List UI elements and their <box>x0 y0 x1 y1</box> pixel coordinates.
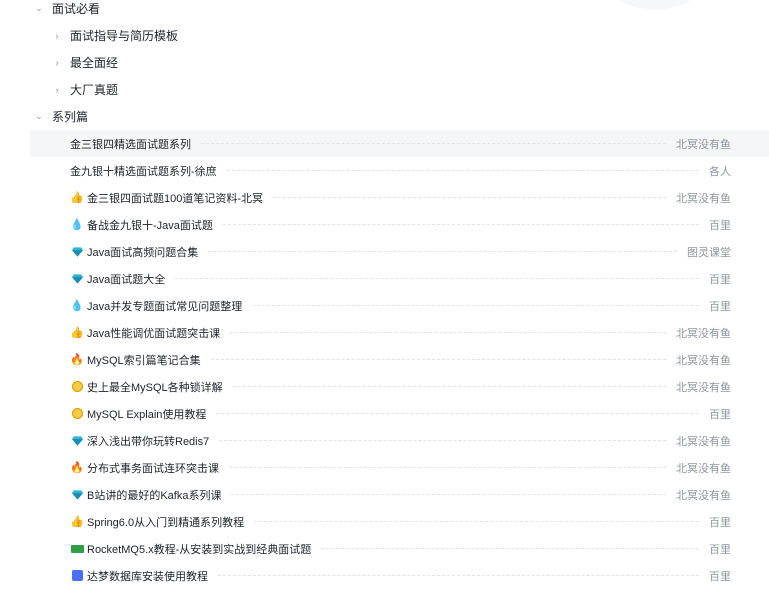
droplet-icon: 💧 <box>70 300 84 312</box>
tree-item[interactable]: Java面试高频问题合集 图灵课堂 <box>0 238 769 265</box>
tree-section-series[interactable]: ⌄ 系列篇 <box>0 103 769 130</box>
tree-item[interactable]: 🔥 分布式事务面试连环突击课 北冥没有鱼 <box>0 454 769 481</box>
tree-item[interactable]: MySQL Explain使用教程 百里 <box>0 400 769 427</box>
tree-item[interactable]: 史上最全MySQL各种锁详解 北冥没有鱼 <box>0 373 769 400</box>
folder-label: 最全面经 <box>70 56 119 70</box>
item-author: 百里 <box>709 219 731 232</box>
tree-item[interactable]: 💧 备战金九银十-Java面试题 百里 <box>0 211 769 238</box>
chevron-down-icon[interactable]: ⌄ <box>34 3 44 14</box>
item-title: MySQL Explain使用教程 <box>87 408 207 421</box>
tree-item[interactable]: 金三银四精选面试题系列 北冥没有鱼 <box>30 130 769 157</box>
tree-item[interactable]: 👍 金三银四面试题100道笔记资料-北冥 北冥没有鱼 <box>0 184 769 211</box>
tree-section-interview-must-see[interactable]: ⌄ 面试必看 <box>0 0 769 22</box>
item-title: 金三银四面试题100道笔记资料-北冥 <box>87 192 264 205</box>
thumbs-up-icon: 👍 <box>70 192 84 204</box>
item-author: 百里 <box>709 300 731 313</box>
leader-dots <box>230 332 666 333</box>
tree-folder-real-questions[interactable]: › 大厂真题 <box>0 76 769 103</box>
item-title: 金九银十精选面试题系列-徐庶 <box>70 165 217 178</box>
gem-icon <box>70 434 84 448</box>
leader-dots <box>231 494 666 495</box>
leader-dots <box>219 440 666 441</box>
tree-folder-resume-guide[interactable]: › 面试指导与简历模板 <box>0 22 769 49</box>
item-author: 图灵课堂 <box>687 246 731 259</box>
folder-label: 大厂真题 <box>70 83 119 97</box>
item-title: B站讲的最好的Kafka系列课 <box>87 489 222 502</box>
item-author: 百里 <box>709 273 731 286</box>
leader-dots <box>252 305 699 306</box>
item-title: Java并发专题面试常见问题整理 <box>87 300 243 313</box>
tree-item[interactable]: B站讲的最好的Kafka系列课 北冥没有鱼 <box>0 481 769 508</box>
item-author: 百里 <box>709 516 731 529</box>
item-title: RocketMQ5.x教程-从安装到实战到经典面试题 <box>87 543 312 556</box>
item-author: 北冥没有鱼 <box>676 192 731 205</box>
leader-dots <box>232 386 666 387</box>
leader-dots <box>254 521 699 522</box>
database-icon <box>70 569 84 583</box>
tree-item[interactable]: 深入浅出带你玩转Redis7 北冥没有鱼 <box>0 427 769 454</box>
droplet-icon: 💧 <box>70 219 84 231</box>
item-title: Spring6.0从入门到精通系列教程 <box>87 516 245 529</box>
smile-icon <box>70 380 84 394</box>
folder-label: 面试指导与简历模板 <box>70 29 179 43</box>
truck-icon <box>70 542 84 556</box>
item-author: 北冥没有鱼 <box>676 138 731 151</box>
item-author: 北冥没有鱼 <box>676 462 731 475</box>
tree-item[interactable]: 金九银十精选面试题系列-徐庶 各人 <box>0 157 769 184</box>
tree-item[interactable]: 💧 Java并发专题面试常见问题整理 百里 <box>0 292 769 319</box>
item-title: 达梦数据库安装使用教程 <box>87 570 208 583</box>
item-title: Java面试高频问题合集 <box>87 246 199 259</box>
item-title: Java性能调优面试题突击课 <box>87 327 221 340</box>
item-title: 史上最全MySQL各种锁详解 <box>87 381 223 394</box>
tree-item[interactable]: 👍 Spring6.0从入门到精通系列教程 百里 <box>0 508 769 535</box>
item-title: Java面试题大全 <box>87 273 166 286</box>
fire-icon: 🔥 <box>70 354 84 366</box>
chevron-right-icon[interactable]: › <box>52 58 62 68</box>
gem-icon <box>70 488 84 502</box>
item-title: 深入浅出带你玩转Redis7 <box>87 435 210 448</box>
leader-dots <box>321 548 699 549</box>
item-author: 百里 <box>709 408 731 421</box>
smile-icon <box>70 407 84 421</box>
section-label: 系列篇 <box>52 110 89 124</box>
leader-dots <box>210 359 666 360</box>
fire-icon: 🔥 <box>70 462 84 474</box>
item-title: 金三银四精选面试题系列 <box>70 138 191 151</box>
leader-dots <box>229 467 666 468</box>
leader-dots <box>175 278 699 279</box>
tree-item[interactable]: 👍 Java性能调优面试题突击课 北冥没有鱼 <box>0 319 769 346</box>
item-author: 各人 <box>709 165 731 178</box>
leader-dots <box>222 224 699 225</box>
item-author: 北冥没有鱼 <box>676 489 731 502</box>
leader-dots <box>208 251 677 252</box>
gem-icon <box>70 245 84 259</box>
item-author: 百里 <box>709 543 731 556</box>
tree-folder-interview-experience[interactable]: › 最全面经 <box>0 49 769 76</box>
section-label: 面试必看 <box>52 2 101 16</box>
item-author: 北冥没有鱼 <box>676 381 731 394</box>
leader-dots <box>218 575 699 576</box>
item-title: 分布式事务面试连环突击课 <box>87 462 219 475</box>
leader-dots <box>201 143 666 144</box>
tree-item[interactable]: 🔥 MySQL索引篇笔记合集 北冥没有鱼 <box>0 346 769 373</box>
item-author: 北冥没有鱼 <box>676 327 731 340</box>
tree-item[interactable]: RocketMQ5.x教程-从安装到实战到经典面试题 百里 <box>0 535 769 562</box>
chevron-right-icon[interactable]: › <box>52 85 62 95</box>
thumbs-up-icon: 👍 <box>70 516 84 528</box>
item-title: 备战金九银十-Java面试题 <box>87 219 213 232</box>
chevron-down-icon[interactable]: ⌄ <box>34 111 44 122</box>
item-author: 北冥没有鱼 <box>676 435 731 448</box>
tree-item[interactable]: Java面试题大全 百里 <box>0 265 769 292</box>
leader-dots <box>216 413 699 414</box>
leader-dots <box>226 170 699 171</box>
gem-icon <box>70 272 84 286</box>
leader-dots <box>273 197 666 198</box>
item-title: MySQL索引篇笔记合集 <box>87 354 201 367</box>
item-author: 百里 <box>709 570 731 583</box>
chevron-right-icon[interactable]: › <box>52 31 62 41</box>
thumbs-up-icon: 👍 <box>70 327 84 339</box>
tree-item[interactable]: 达梦数据库安装使用教程 百里 <box>0 562 769 589</box>
item-author: 北冥没有鱼 <box>676 354 731 367</box>
